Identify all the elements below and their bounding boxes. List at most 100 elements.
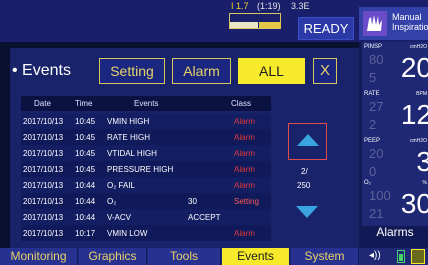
cell-date: 2017/10/13 — [23, 133, 64, 142]
page-indicator: 2/ — [301, 167, 308, 176]
filter-setting-button[interactable]: Setting — [99, 58, 165, 84]
param-unit: % — [422, 180, 427, 186]
tab-graphics[interactable]: Graphics — [79, 248, 147, 265]
battery-lock-icon — [411, 249, 425, 264]
filter-all-button[interactable]: ALL — [238, 58, 305, 84]
table-row[interactable]: 2017/10/13 10:45 VMIN HIGH Alarm — [21, 113, 271, 129]
tab-system[interactable]: System — [291, 248, 359, 265]
header-date: Date — [34, 99, 51, 108]
table-row[interactable]: 2017/10/13 10:17 VMIN LOW Alarm — [21, 225, 271, 241]
param-label: O₂ — [364, 180, 371, 186]
header-events: Events — [134, 99, 159, 108]
ready-button[interactable]: READY — [298, 17, 354, 40]
tab-monitoring[interactable]: Monitoring — [0, 248, 78, 265]
param-value: 20 — [400, 52, 428, 83]
arrow-up-icon — [297, 134, 319, 146]
cell-time: 10:44 — [75, 197, 96, 206]
panel-title: • Events — [12, 62, 71, 79]
alarms-button[interactable]: Alarms — [362, 225, 428, 239]
header-class: Class — [231, 99, 252, 108]
table-row[interactable]: 2017/10/13 10:44 O₂ FAIL Alarm — [21, 177, 271, 193]
cell-class: Alarm — [234, 133, 255, 142]
mode-label: Manual Inspiration — [392, 12, 428, 32]
cell-time: 10:45 — [75, 149, 96, 158]
pressure-bar-inspiration — [230, 22, 258, 28]
param-label: PEEP — [364, 138, 381, 144]
cell-class: Setting — [234, 197, 259, 206]
param-o2[interactable]: O₂ % 100 21 30 — [362, 178, 428, 226]
pressure-bar — [229, 13, 281, 29]
cell-class: Alarm — [234, 149, 255, 158]
cell-class: Alarm — [234, 117, 255, 126]
cell-time: 10:44 — [75, 213, 96, 222]
pressure-indicator-value: I 1.7 — [231, 1, 249, 11]
param-unit: cmH2O — [410, 138, 427, 144]
expiration-value: 3.3E — [291, 1, 310, 11]
cell-time: 10:45 — [75, 117, 96, 126]
param-high-limit: 100 — [369, 188, 391, 203]
cell-class: Alarm — [234, 229, 255, 238]
page-total: 250 — [297, 181, 311, 190]
volume-icon[interactable]: ◂)) — [369, 250, 381, 261]
scroll-up-button[interactable] — [288, 123, 327, 160]
cell-time: 10:17 — [75, 229, 96, 238]
manual-inspiration-button[interactable]: Manual Inspiration — [359, 7, 428, 40]
header-time: Time — [75, 99, 93, 108]
tab-events[interactable]: Events — [222, 248, 290, 265]
param-label: PINSP — [364, 44, 383, 50]
param-low-limit: 5 — [369, 70, 377, 85]
param-low-limit: 2 — [369, 117, 377, 132]
tab-tools[interactable]: Tools — [148, 248, 221, 265]
param-value: 12 — [400, 99, 428, 130]
cell-date: 2017/10/13 — [23, 149, 64, 158]
cell-time: 10:45 — [75, 165, 96, 174]
cell-event: VMIN HIGH — [107, 117, 150, 126]
cell-value: ACCEPT — [188, 213, 221, 222]
cell-date: 2017/10/13 — [23, 229, 64, 238]
cell-date: 2017/10/13 — [23, 165, 64, 174]
table-row[interactable]: 2017/10/13 10:45 VTIDAL HIGH Alarm — [21, 145, 271, 161]
param-low-limit: 0 — [369, 164, 377, 179]
cell-event: VMIN LOW — [107, 229, 148, 238]
param-value: 3 — [416, 146, 428, 177]
cell-time: 10:44 — [75, 181, 96, 190]
param-peep[interactable]: PEEP cmH2O 20 0 3 — [362, 136, 428, 184]
cell-event: O₂ FAIL — [107, 181, 136, 190]
cell-class: Alarm — [234, 181, 255, 190]
param-high-limit: 20 — [369, 146, 384, 161]
param-low-limit: 21 — [369, 206, 384, 221]
param-unit: cmH2O — [410, 44, 427, 50]
close-button[interactable]: X — [313, 58, 337, 84]
cell-date: 2017/10/13 — [23, 117, 64, 126]
scroll-down-button[interactable] — [296, 206, 318, 218]
cell-time: 10:45 — [75, 133, 96, 142]
cell-event: O₂ — [107, 197, 117, 206]
mode-label-line2: Inspiration — [392, 22, 428, 32]
param-high-limit: 80 — [369, 52, 384, 67]
table-row[interactable]: 2017/10/13 10:45 PRESSURE HIGH Alarm — [21, 161, 271, 177]
table-row[interactable]: 2017/10/13 10:45 RATE HIGH Alarm — [21, 129, 271, 145]
table-row[interactable]: 2017/10/13 10:44 O₂ 30 Setting — [21, 193, 271, 209]
cell-date: 2017/10/13 — [23, 181, 64, 190]
param-label: RATE — [364, 91, 380, 97]
lungs-hand-icon — [363, 11, 387, 36]
status-icons: ◂)) — [359, 248, 428, 265]
param-unit: BPM — [416, 91, 427, 97]
pressure-bar-expiration — [259, 22, 281, 28]
events-table-header: Date Time Events Class — [21, 96, 271, 111]
param-high-limit: 27 — [369, 99, 384, 114]
mode-label-line1: Manual — [392, 12, 422, 22]
cell-event: V-ACV — [107, 213, 132, 222]
cell-event: PRESSURE HIGH — [107, 165, 174, 174]
filter-alarm-button[interactable]: Alarm — [172, 58, 231, 84]
param-pinsp[interactable]: PINSP cmH2O 80 5 20 — [362, 42, 428, 90]
param-value: 30 — [400, 188, 428, 219]
cell-class: Alarm — [234, 165, 255, 174]
events-table-body: 2017/10/13 10:45 VMIN HIGH Alarm 2017/10… — [21, 113, 271, 242]
table-row[interactable]: 2017/10/13 10:44 V-ACV ACCEPT — [21, 209, 271, 225]
param-rate[interactable]: RATE BPM 27 2 12 — [362, 89, 428, 137]
cell-value: 30 — [188, 197, 197, 206]
cell-event: VTIDAL HIGH — [107, 149, 157, 158]
ie-ratio: (1:19) — [257, 1, 281, 11]
cell-date: 2017/10/13 — [23, 213, 64, 222]
